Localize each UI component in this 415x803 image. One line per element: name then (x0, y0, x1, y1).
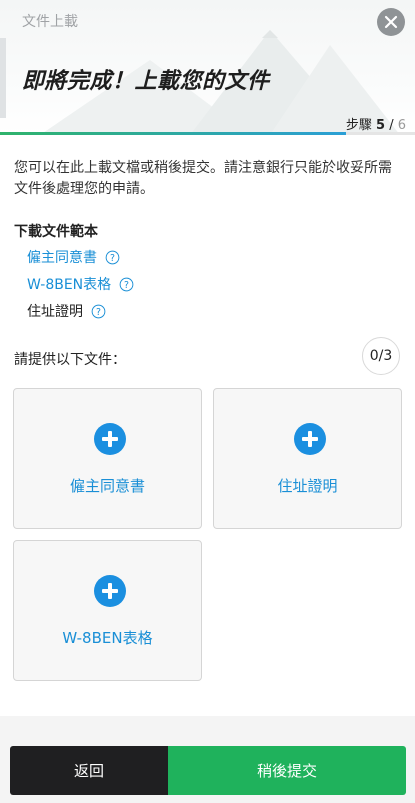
header: 文件上載 即將完成！上載您的文件 步驟 5 / 6 (0, 0, 415, 135)
document-upload-screen: 文件上載 即將完成！上載您的文件 步驟 5 / 6 您可以在此上載文檔或稍後提交… (0, 0, 415, 803)
templates-heading: 下載文件範本 (14, 224, 98, 240)
upload-card-w8ben[interactable]: W-8BEN表格 (13, 540, 202, 681)
step-label: 步驟 (345, 118, 372, 133)
help-icon[interactable]: ? (119, 277, 134, 292)
close-button[interactable] (377, 8, 405, 36)
plus-icon (94, 575, 126, 607)
headline: 即將完成！上載您的文件 (22, 69, 270, 94)
upload-card-label: W-8BEN表格 (62, 629, 153, 647)
step-current: 5 (376, 118, 386, 133)
svg-text:?: ? (124, 279, 129, 290)
svg-text:?: ? (96, 306, 101, 317)
help-icon[interactable]: ? (105, 250, 120, 265)
step-separator: / (389, 118, 394, 133)
upload-counter: 0/3 (362, 337, 400, 375)
upload-card-label: 住址證明 (277, 477, 338, 495)
help-icon[interactable]: ? (91, 304, 106, 319)
plus-icon (94, 423, 126, 455)
step-total: 6 (397, 118, 406, 133)
template-label: 住址證明 (27, 304, 83, 320)
close-icon (384, 15, 398, 29)
template-item-address-proof: 住址證明 ? (27, 301, 106, 321)
plus-icon (294, 423, 326, 455)
svg-text:?: ? (110, 252, 115, 263)
upload-card-label: 僱主同意書 (69, 477, 145, 495)
intro-text: 您可以在此上載文檔或稍後提交。請注意銀行只能於收妥所需文件後處理您的申請。 (14, 160, 392, 197)
progress-bar (0, 132, 415, 135)
template-label: W-8BEN表格 (27, 277, 112, 293)
upload-card-address-proof[interactable]: 住址證明 (213, 388, 402, 529)
back-button[interactable]: 返回 (10, 746, 168, 795)
step-indicator: 步驟 5 / 6 (346, 114, 406, 133)
submit-later-button[interactable]: 稍後提交 (168, 746, 406, 795)
progress-bar-fill (0, 132, 346, 135)
template-link-employer-consent[interactable]: 僱主同意書 ? (27, 247, 120, 267)
page-title: 文件上載 (22, 14, 78, 30)
template-link-w8ben[interactable]: W-8BEN表格 ? (27, 274, 134, 294)
documents-heading: 請提供以下文件： (14, 352, 126, 368)
upload-card-employer-consent[interactable]: 僱主同意書 (13, 388, 202, 529)
header-side-accent (0, 38, 6, 118)
template-label: 僱主同意書 (27, 250, 97, 266)
